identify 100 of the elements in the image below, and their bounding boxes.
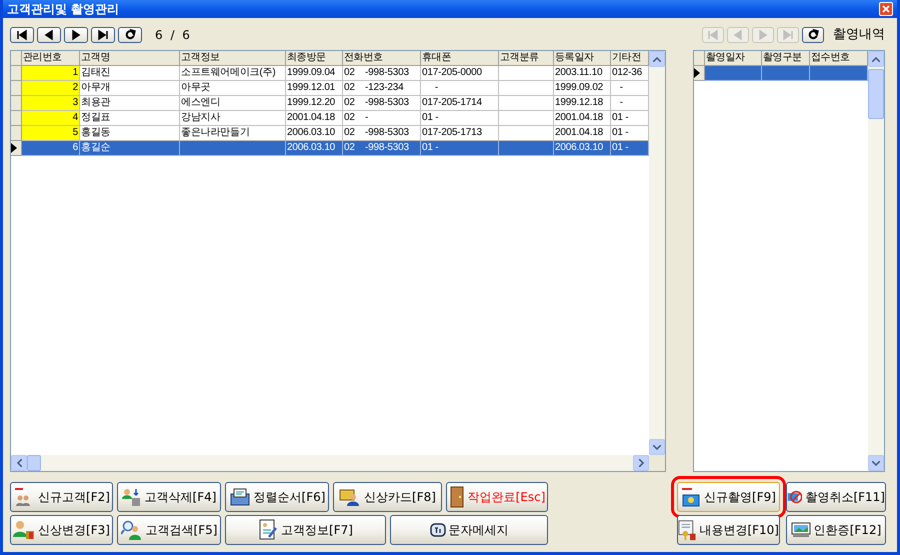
button[interactable]: 작업완료[Esc] [446,482,548,512]
camera-prohibited-icon [787,488,802,506]
table-cell: 01 - [421,141,499,156]
table-cell: 홍길동 [80,126,180,141]
table-cell: 소프트웨어메이크(주) [180,66,286,81]
door-icon [448,486,465,508]
person-search-icon [120,520,143,540]
previous-record-button[interactable] [37,27,61,43]
table-cell: 좋은나라만들기 [180,126,286,141]
column-header[interactable]: 촬영일자 [705,51,762,66]
scroll-up-button[interactable] [868,51,884,67]
scroll-down-button[interactable] [868,455,884,471]
column-header[interactable]: 최종방문 [286,51,343,66]
previous-record-icon [732,29,744,41]
table-cell: 김태진 [80,66,180,81]
column-header[interactable]: 고객명 [80,51,180,66]
person-lock-icon [13,520,36,540]
column-header[interactable]: 휴대폰 [421,51,499,66]
column-header[interactable]: 촬영구분 [762,51,810,66]
last-record-icon [97,29,109,41]
table-cell: 정길표 [80,111,180,126]
landscape-frame-icon [790,522,811,538]
button[interactable]: 고객검색[F5] [117,515,221,545]
table-cell: 1999.09.02 [554,81,611,96]
button[interactable]: 신상카드[F8] [333,482,442,512]
table-cell: 017-205-1714 [421,96,499,111]
table-cell: 01 - [611,126,649,141]
column-header[interactable]: 전화번호 [343,51,421,66]
table-cell: - [611,81,649,96]
table-cell: 아무개 [80,81,180,96]
button[interactable]: 정렬순서[F6] [225,482,329,512]
window-title: 고객관리및 촬영관리 [7,3,120,15]
card-file-icon [228,488,251,506]
table-cell: 5 [22,126,80,141]
last-record-icon [782,29,794,41]
table-cell: 02 -998-5303 [343,126,421,141]
refresh-button[interactable] [802,27,824,43]
table-cell: 2 [22,81,80,96]
table-cell: 02 -998-5303 [343,66,421,81]
button[interactable]: 신상변경[F3] [10,515,113,545]
previous-record-icon [43,29,55,41]
button[interactable]: 내용변경[F10] [677,515,780,545]
table-cell: 홍길순 [80,141,180,156]
table-cell: 2003.11.10 [554,66,611,81]
column-header-corner [694,51,705,66]
current-row-icon [694,68,700,78]
table-cell: 1999.12.01 [286,81,343,96]
record-counter: 6 / 6 [155,27,192,44]
table-cell: 강남지사 [180,111,286,126]
scroll-down-button[interactable] [649,439,665,455]
table-cell: 017-205-1713 [421,126,499,141]
message-icon [430,523,446,537]
scrollbar-corner [649,455,665,471]
column-header[interactable]: 기타전 [611,51,649,66]
scroll-up-button[interactable] [649,51,665,67]
table-cell: 최용관 [80,96,180,111]
column-header-corner [11,51,22,66]
button[interactable]: 신규고객[F2] [10,482,113,512]
table-cell: 02 -998-5303 [343,141,421,156]
table-cell: 2006.03.10 [554,141,611,156]
table-cell: 1999.09.04 [286,66,343,81]
refresh-button[interactable] [118,27,142,43]
column-header[interactable]: 고객정보 [180,51,286,66]
table-cell: 1999.12.18 [554,96,611,111]
last-record-button[interactable] [91,27,115,43]
current-row-icon [11,143,17,153]
refresh-icon [124,29,136,41]
scroll-right-button[interactable] [633,455,649,471]
button[interactable]: 고객정보[F7] [225,515,386,545]
table-cell: 에스엔디 [180,96,286,111]
table-cell: 02 -998-5303 [343,96,421,111]
column-header[interactable]: 관리번호 [22,51,80,66]
table-cell: 01 - [611,111,649,126]
close-button[interactable] [879,2,893,16]
scroll-thumb[interactable] [27,455,41,471]
table-cell: 6 [22,141,80,156]
next-record-icon [70,29,82,41]
column-header[interactable]: 접수번호 [810,51,868,66]
camera-icon [681,487,702,507]
row-indicator[interactable] [11,141,22,156]
document-pen-icon [258,519,278,541]
first-record-icon [707,29,719,41]
next-record-button[interactable] [64,27,88,43]
button[interactable]: 인환증[F12] [786,515,886,545]
scroll-thumb[interactable] [868,69,884,119]
refresh-icon [807,29,819,41]
table-cell: 아무곳 [180,81,286,96]
button[interactable]: 촬영취소[F11] [786,482,886,512]
button[interactable]: 문자메세지 [390,515,548,545]
table-cell: 3 [22,96,80,111]
first-record-button[interactable] [10,27,34,43]
column-header[interactable]: 고객분류 [499,51,554,66]
table-cell: 02 -123-234 [343,81,421,96]
column-header[interactable]: 등록일자 [554,51,611,66]
table-cell: 01 - [421,111,499,126]
row-indicator[interactable] [694,66,705,81]
person-trash-icon [122,488,142,506]
close-icon [882,5,890,13]
scroll-left-button[interactable] [11,455,27,471]
button[interactable]: 고객삭제[F4] [117,482,221,512]
